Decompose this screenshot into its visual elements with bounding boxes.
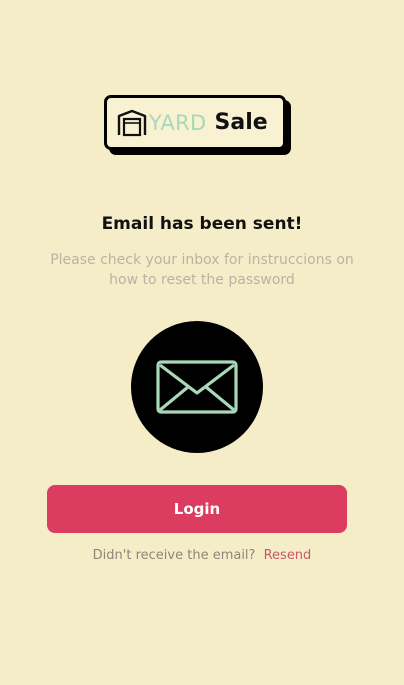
logo-word-sale: Sale bbox=[214, 110, 268, 135]
resend-prompt: Didn't receive the email? bbox=[92, 548, 256, 563]
logo-word-yard: YARD bbox=[149, 110, 207, 135]
garage-icon bbox=[117, 109, 147, 136]
email-illustration bbox=[131, 321, 263, 453]
page-title: Email has been sent! bbox=[101, 214, 303, 234]
resend-row: Didn't receive the email? Resend bbox=[0, 548, 404, 563]
resend-link[interactable]: Resend bbox=[264, 548, 312, 563]
page-subtitle: Please check your inbox for instruccions… bbox=[50, 252, 354, 288]
app-logo: YARD Sale bbox=[104, 95, 286, 150]
login-button[interactable]: Login bbox=[47, 485, 347, 533]
envelope-icon bbox=[156, 360, 238, 414]
